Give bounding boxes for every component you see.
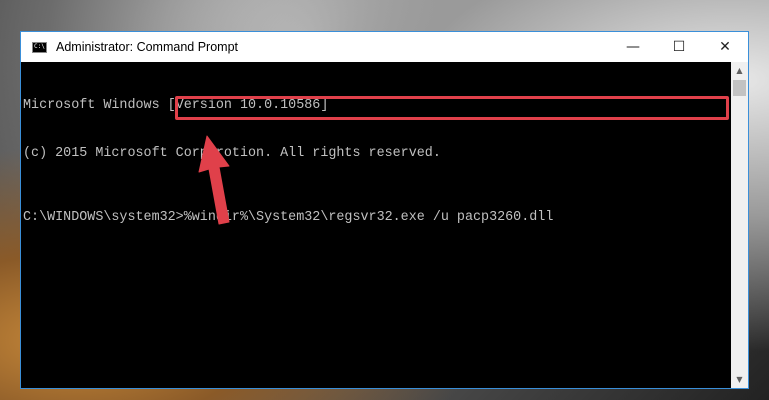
prompt-path: C:\WINDOWS\system32> [23,210,184,225]
console-output[interactable]: Microsoft Windows [Version 10.0.10586] (… [21,62,731,388]
scroll-up-icon[interactable]: ▲ [731,62,748,79]
command-prompt-window: C:\ Administrator: Command Prompt — ☐ ✕ … [20,31,749,389]
arrow-shape [198,135,230,225]
minimize-button[interactable]: — [610,32,656,62]
command-highlight-box [175,96,729,120]
maximize-button[interactable]: ☐ [656,32,702,62]
console-line-copyright: (c) 2015 Microsoft Corporotion. All righ… [23,146,441,161]
red-arrow-icon [198,135,230,225]
scroll-down-icon[interactable]: ▼ [731,371,748,388]
cmd-icon-text: C:\ [34,42,45,50]
close-button[interactable]: ✕ [702,32,748,62]
cmd-app-icon: C:\ [32,41,47,53]
console-prompt-line[interactable]: C:\WINDOWS\system32>%windir%\System32\re… [23,210,731,226]
window-title: Administrator: Command Prompt [56,40,239,54]
window-controls: — ☐ ✕ [610,32,748,62]
title-bar[interactable]: C:\ Administrator: Command Prompt — ☐ ✕ [21,32,748,62]
scrollbar-thumb[interactable] [733,80,746,96]
vertical-scrollbar[interactable]: ▲ ▼ [731,62,748,388]
